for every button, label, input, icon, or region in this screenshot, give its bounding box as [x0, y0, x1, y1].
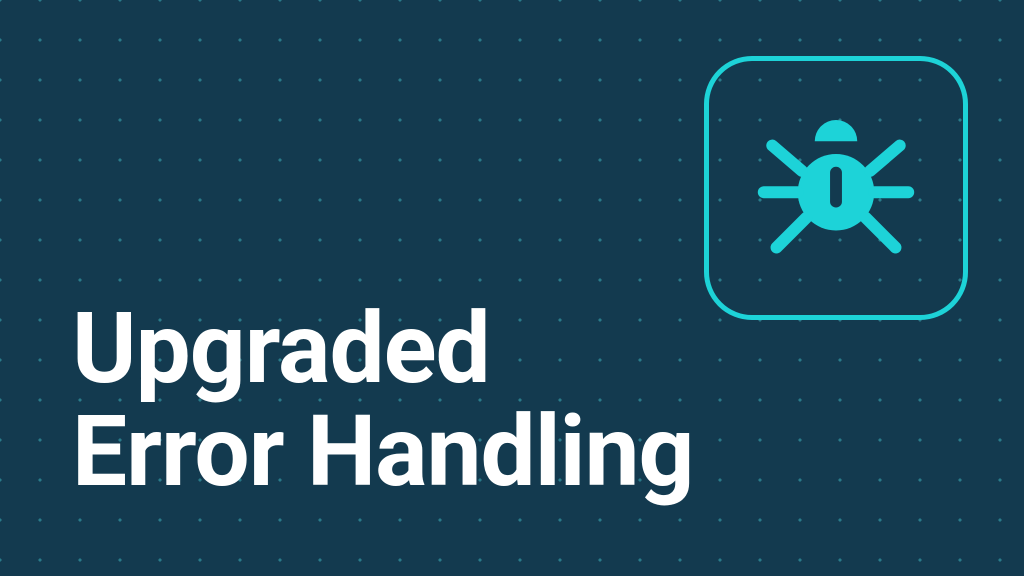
bug-icon [751, 103, 921, 273]
title-line-2: Error Handling [72, 401, 694, 504]
page-title: Upgraded Error Handling [72, 298, 694, 504]
title-line-1: Upgraded [72, 298, 694, 401]
icon-container [704, 56, 968, 320]
